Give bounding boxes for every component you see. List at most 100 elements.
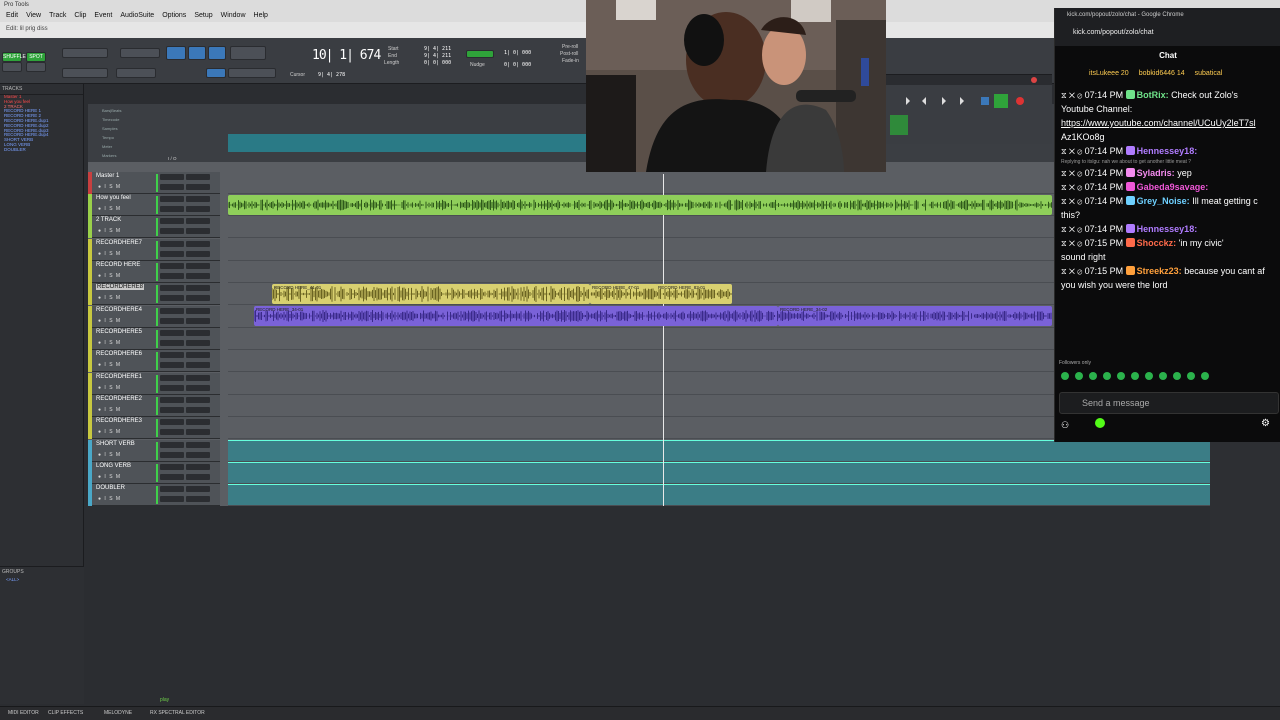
- track-input-selector[interactable]: [160, 308, 184, 314]
- track-volume-field[interactable]: [160, 206, 184, 212]
- track-record-solo-mute-buttons[interactable]: ● I S M: [98, 385, 121, 391]
- track-lane[interactable]: [228, 440, 1210, 462]
- mod-action-icons[interactable]: ⧖ ✕ ⊘: [1061, 239, 1085, 248]
- mod-action-icons[interactable]: ⧖ ✕ ⊘: [1061, 169, 1085, 178]
- track-input-selector[interactable]: [160, 174, 184, 180]
- mode-shuffle-button[interactable]: SHUFFLE: [2, 52, 26, 62]
- track-name[interactable]: RECORDHERE7: [96, 240, 142, 246]
- mod-action-icons[interactable]: ⧖ ✕ ⊘: [1061, 147, 1085, 156]
- bottom-tab[interactable]: CLIP EFFECTS: [48, 710, 83, 716]
- track-header[interactable]: Master 1 ● I S M: [88, 172, 220, 194]
- track-header[interactable]: RECORDHERE1 ● I S M: [88, 373, 220, 395]
- track-output-selector[interactable]: [186, 196, 210, 202]
- track-pan-field[interactable]: [186, 452, 210, 458]
- track-input-selector[interactable]: [160, 442, 184, 448]
- emote-bar[interactable]: [1061, 372, 1231, 382]
- track-name[interactable]: DOUBLER: [96, 485, 125, 491]
- track-name[interactable]: RECORDHERE2: [96, 396, 142, 402]
- auto-controls[interactable]: [116, 68, 156, 78]
- tracks-list-item[interactable]: DOUBLER: [0, 147, 83, 153]
- mod-action-icons[interactable]: ⧖ ✕ ⊘: [1061, 183, 1085, 192]
- track-name[interactable]: 2 TRACK: [96, 217, 121, 223]
- track-header[interactable]: RECORDHERE2 ● I S M: [88, 395, 220, 417]
- top-gifter[interactable]: itsLukeee 20: [1089, 70, 1129, 77]
- track-record-solo-mute-buttons[interactable]: ● I S M: [98, 407, 121, 413]
- send-message-input[interactable]: Send a message: [1059, 392, 1279, 414]
- track-volume-field[interactable]: [160, 340, 184, 346]
- track-input-selector[interactable]: [160, 330, 184, 336]
- chat-username[interactable]: Shocckz:: [1137, 238, 1177, 248]
- track-volume-field[interactable]: [160, 295, 184, 301]
- track-header[interactable]: RECORDHERE5 ● I S M: [88, 328, 220, 350]
- track-name[interactable]: RECORD HERE: [96, 262, 140, 268]
- track-volume-field[interactable]: [160, 184, 184, 190]
- track-volume-field[interactable]: [160, 318, 184, 324]
- menu-item[interactable]: Help: [254, 12, 268, 19]
- track-pan-field[interactable]: [186, 340, 210, 346]
- chat-text-line[interactable]: https://www.youtube.com/channel/UCuUy2le…: [1061, 118, 1256, 128]
- chat-username[interactable]: Grey_Noise:: [1137, 196, 1190, 206]
- emote-icon[interactable]: [1201, 372, 1209, 380]
- track-output-selector[interactable]: [186, 174, 210, 180]
- length-value[interactable]: 0| 0| 000: [424, 60, 451, 66]
- track-pan-field[interactable]: [186, 251, 210, 257]
- track-name[interactable]: RECORDHERE5: [96, 329, 142, 335]
- mode-grid-button[interactable]: [26, 62, 46, 72]
- track-name[interactable]: How you feel: [96, 195, 131, 201]
- clip-region[interactable]: RECORD HERE_47-01: [590, 284, 658, 304]
- track-volume-field[interactable]: [160, 429, 184, 435]
- track-header[interactable]: RECORDHERE4 ● I S M: [88, 306, 220, 328]
- track-volume-field[interactable]: [160, 385, 184, 391]
- track-input-selector[interactable]: [160, 464, 184, 470]
- track-pan-field[interactable]: [186, 206, 210, 212]
- mod-action-icons[interactable]: ⧖ ✕ ⊘: [1061, 267, 1085, 276]
- track-output-selector[interactable]: [186, 464, 210, 470]
- menu-item[interactable]: Edit: [6, 12, 18, 19]
- track-header[interactable]: RECORDHERE3 ● I S M: [88, 417, 220, 439]
- track-record-solo-mute-buttons[interactable]: ● I S M: [98, 251, 121, 257]
- track-record-solo-mute-buttons[interactable]: ● I S M: [98, 362, 121, 368]
- track-nudge-controls[interactable]: [62, 68, 108, 78]
- browser-url[interactable]: kick.com/popout/zolo/chat: [1073, 29, 1154, 36]
- chat-username[interactable]: Gabeda9savage:: [1137, 182, 1209, 192]
- track-pan-field[interactable]: [186, 407, 210, 413]
- track-input-selector[interactable]: [160, 419, 184, 425]
- track-pan-field[interactable]: [186, 385, 210, 391]
- track-input-selector[interactable]: [160, 486, 184, 492]
- track-output-selector[interactable]: [186, 375, 210, 381]
- mode-spot-button[interactable]: SPOT: [26, 52, 46, 62]
- bottom-tab[interactable]: MELODYNE: [104, 710, 132, 716]
- track-record-solo-mute-buttons[interactable]: ● I S M: [98, 496, 121, 502]
- link-timeline-button[interactable]: [206, 68, 226, 78]
- track-input-selector[interactable]: [160, 196, 184, 202]
- track-record-solo-mute-buttons[interactable]: ● I S M: [98, 184, 121, 190]
- track-input-selector[interactable]: [160, 218, 184, 224]
- track-output-selector[interactable]: [186, 330, 210, 336]
- bottom-tab[interactable]: MIDI EDITOR: [8, 710, 39, 716]
- mod-action-icons[interactable]: ⧖ ✕ ⊘: [1061, 225, 1085, 234]
- track-name[interactable]: RECORDHERE4: [96, 307, 142, 313]
- track-volume-field[interactable]: [160, 474, 184, 480]
- end-value[interactable]: 9| 4| 211: [424, 53, 451, 59]
- track-record-solo-mute-buttons[interactable]: ● I S M: [98, 273, 121, 279]
- menu-item[interactable]: View: [26, 12, 41, 19]
- track-record-solo-mute-buttons[interactable]: ● I S M: [98, 474, 121, 480]
- bottom-tab[interactable]: RX SPECTRAL EDITOR: [150, 710, 205, 716]
- track-volume-field[interactable]: [160, 407, 184, 413]
- selector-tool-button[interactable]: [188, 46, 206, 60]
- grid-toggle-button[interactable]: [466, 50, 494, 58]
- track-record-solo-mute-buttons[interactable]: ● I S M: [98, 295, 121, 301]
- mod-action-icons[interactable]: ⧖ ✕ ⊘: [1061, 197, 1085, 206]
- track-header[interactable]: SHORT VERB ● I S M: [88, 440, 220, 462]
- track-pan-field[interactable]: [186, 184, 210, 190]
- track-output-selector[interactable]: [186, 486, 210, 492]
- track-header[interactable]: LONG VERB ● I S M: [88, 462, 220, 484]
- track-input-selector[interactable]: [160, 352, 184, 358]
- track-lane[interactable]: [228, 484, 1210, 506]
- mod-action-icons[interactable]: ⧖ ✕ ⊘: [1061, 91, 1085, 100]
- zoom-presets[interactable]: [120, 48, 160, 58]
- clip-region[interactable]: RECORD HERE_34-02: [778, 306, 1052, 326]
- track-header[interactable]: RECORDHERE6 ● I S M: [88, 350, 220, 372]
- track-pan-field[interactable]: [186, 295, 210, 301]
- chat-username[interactable]: Hennessey18:: [1137, 146, 1198, 156]
